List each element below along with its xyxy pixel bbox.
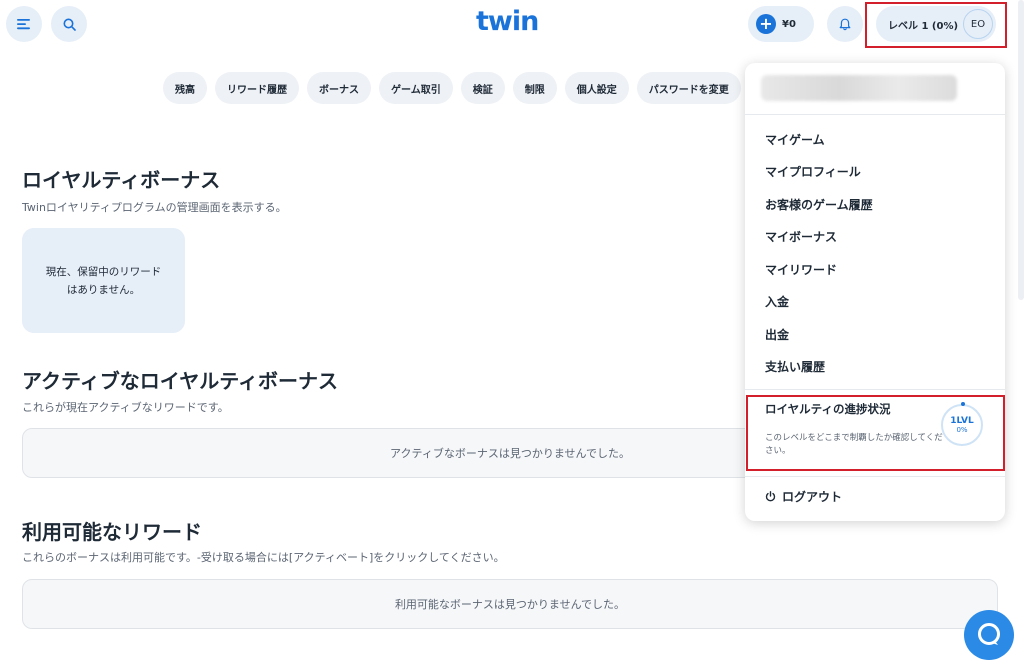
account-tabs: 残高 リワード履歴 ボーナス ゲーム取引 検証 制限 個人設定 パスワードを変更 [163, 72, 741, 104]
logout-label: ログアウト [782, 490, 843, 504]
active-bonus-title: アクティブなロイヤルティボーナス [22, 369, 338, 393]
available-rewards-description: これらのボーナスは利用可能です。-受け取る場合には[アクティベート]をクリックし… [22, 551, 505, 564]
highlight-frame [746, 395, 1005, 471]
highlight-frame [865, 2, 1007, 48]
scrollbar[interactable] [1018, 0, 1024, 300]
active-bonus-description: これらが現在アクティブなリワードです。 [22, 401, 229, 414]
menu-item-my-games[interactable]: マイゲーム [765, 131, 825, 148]
menu-item-payment-history[interactable]: 支払い履歴 [765, 358, 825, 375]
tab-change-password[interactable]: パスワードを変更 [636, 72, 741, 104]
hamburger-icon [17, 19, 30, 30]
menu-button[interactable] [6, 6, 42, 42]
logout-button[interactable]: ログアウト [765, 488, 842, 505]
bell-icon [839, 18, 851, 30]
menu-item-my-rewards[interactable]: マイリワード [765, 261, 837, 278]
chat-bubble-icon [978, 623, 1000, 645]
menu-item-withdraw[interactable]: 出金 [765, 326, 789, 343]
search-button[interactable] [51, 6, 87, 42]
loyalty-bonus-title: ロイヤルティボーナス [22, 168, 221, 192]
menu-item-my-bonus[interactable]: マイボーナス [765, 228, 837, 245]
available-rewards-title: 利用可能なリワード [22, 520, 202, 544]
tab-balance[interactable]: 残高 [163, 72, 207, 104]
loyalty-bonus-description: Twinロイヤリティプログラムの管理画面を表示する。 [22, 201, 287, 214]
blurred-username [761, 75, 957, 101]
twin-logo[interactable]: twin [476, 6, 539, 37]
search-icon [63, 18, 76, 31]
chat-button[interactable] [964, 610, 1014, 660]
pending-reward-card: 現在、保留中のリワードはありません。 [22, 228, 185, 333]
tab-bonus[interactable]: ボーナス [307, 72, 371, 104]
available-rewards-empty: 利用可能なボーナスは見つかりませんでした。 [22, 579, 998, 629]
menu-item-deposit[interactable]: 入金 [765, 293, 789, 310]
deposit-button[interactable]: + ¥0 [748, 6, 814, 42]
tab-verification[interactable]: 検証 [460, 72, 505, 104]
menu-item-game-history[interactable]: お客様のゲーム履歴 [765, 196, 873, 213]
divider [745, 114, 1005, 115]
tab-personal-settings[interactable]: 個人設定 [564, 72, 629, 104]
tab-limits[interactable]: 制限 [512, 72, 557, 104]
plus-icon: + [756, 14, 776, 34]
tab-reward-history[interactable]: リワード履歴 [215, 72, 299, 104]
power-icon [765, 491, 776, 502]
divider [745, 476, 1005, 477]
notifications-button[interactable] [827, 6, 863, 42]
balance-amount: ¥0 [782, 18, 796, 30]
menu-item-my-profile[interactable]: マイプロフィール [765, 163, 861, 180]
divider [745, 389, 1005, 390]
account-dropdown-menu: マイゲーム マイプロフィール お客様のゲーム履歴 マイボーナス マイリワード 入… [745, 63, 1005, 521]
tab-game-transactions[interactable]: ゲーム取引 [379, 72, 453, 104]
